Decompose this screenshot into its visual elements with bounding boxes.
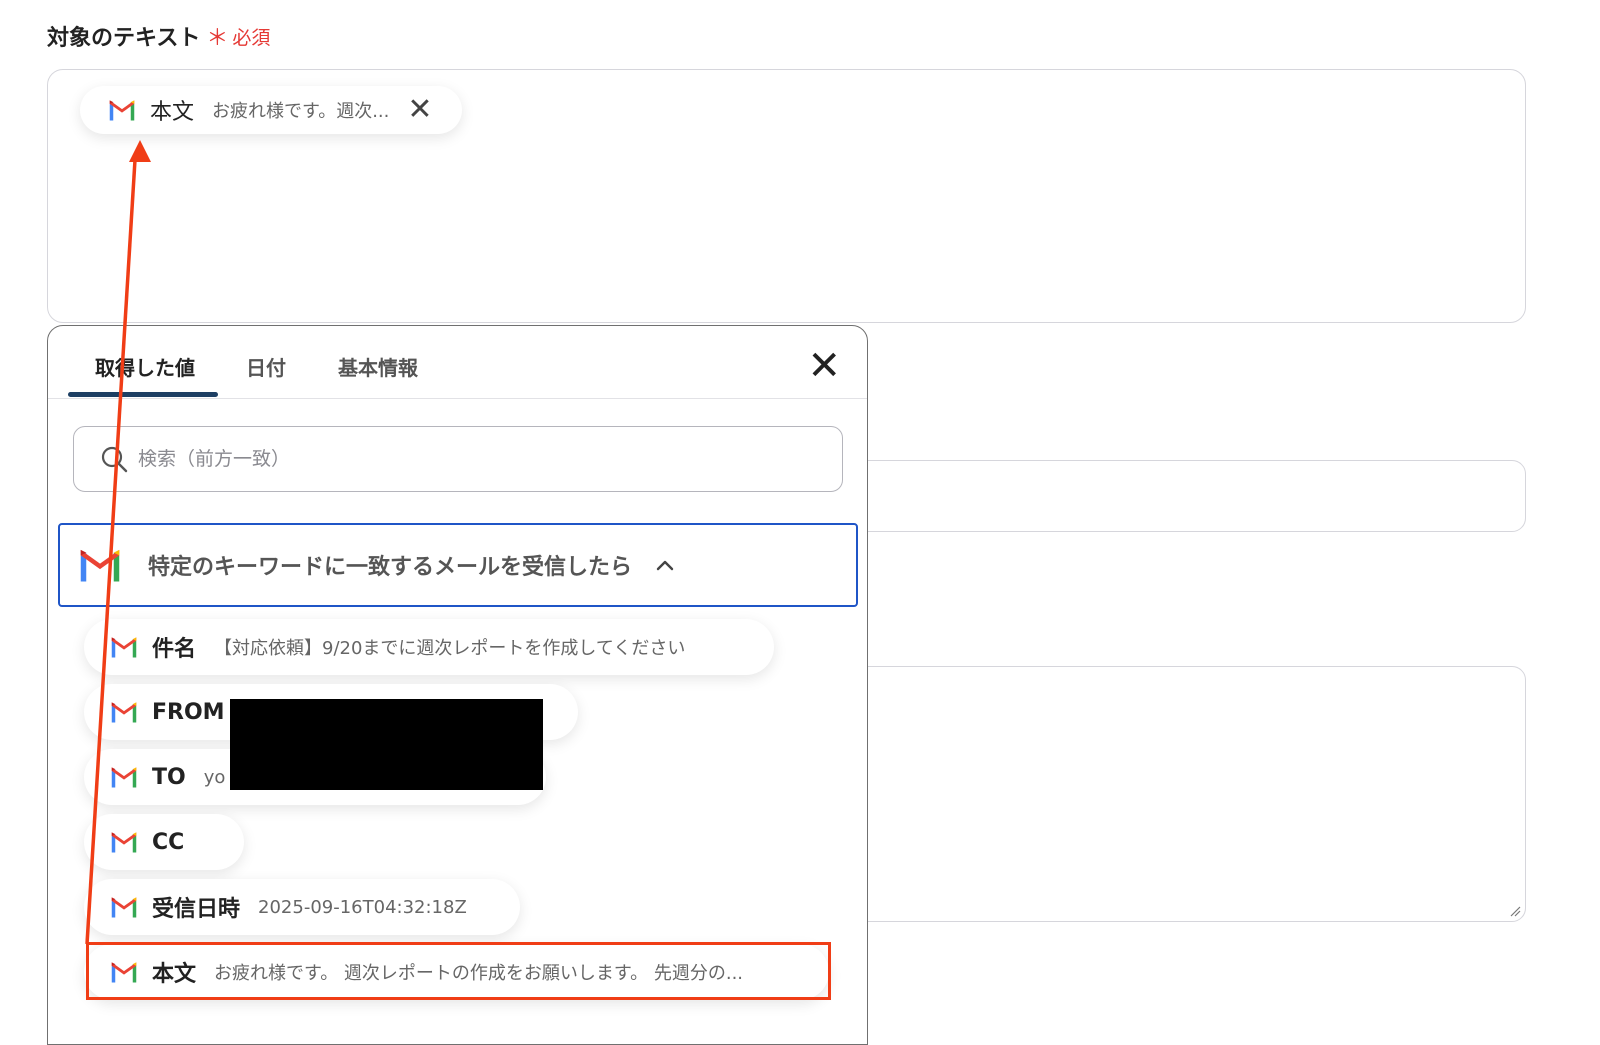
item-value: yo — [203, 766, 226, 788]
search-input[interactable] — [136, 447, 740, 471]
chip-remove-icon[interactable]: ✕ — [407, 95, 432, 125]
tab-acquired-values[interactable]: 取得した値 — [95, 352, 195, 381]
list-item-subject[interactable]: 件名 【対応依頼】9/20までに週次レポートを作成してください — [84, 619, 774, 675]
gmail-logo-icon — [110, 701, 138, 723]
resize-handle-icon[interactable] — [1509, 905, 1521, 917]
item-name: 件名 — [152, 637, 197, 662]
item-value: 2025-09-16T04:32:18Z — [258, 896, 467, 918]
list-item-received-date[interactable]: 受信日時 2025-09-16T04:32:18Z — [84, 879, 520, 935]
item-name: 受信日時 — [152, 897, 241, 922]
background-textarea-field[interactable] — [820, 666, 1526, 922]
gmail-logo-icon — [110, 831, 138, 853]
search-icon — [101, 446, 128, 473]
tab-date[interactable]: 日付 — [246, 352, 286, 381]
list-item-cc[interactable]: CC — [84, 814, 244, 870]
gmail-logo-icon — [110, 636, 138, 658]
search-field[interactable] — [73, 426, 843, 492]
item-name: TO — [152, 764, 186, 790]
tab-basic-info[interactable]: 基本情報 — [338, 352, 418, 381]
trigger-group-header[interactable]: 特定のキーワードに一致するメールを受信したら — [58, 523, 858, 607]
gmail-logo-icon — [108, 99, 136, 121]
chip-name: 本文 — [150, 100, 195, 125]
required-text: 必須 — [232, 26, 271, 49]
active-tab-indicator — [68, 392, 218, 397]
field-label: 対象のテキスト ＊ 必須 — [47, 20, 270, 52]
required-mark: ＊ — [206, 26, 229, 51]
field-label-text: 対象のテキスト — [47, 26, 201, 51]
item-name: CC — [152, 829, 185, 855]
group-title: 特定のキーワードに一致するメールを受信したら — [148, 555, 633, 580]
chevron-up-icon[interactable] — [656, 559, 674, 571]
highlight-box — [86, 942, 831, 1000]
gmail-logo-icon — [110, 766, 138, 788]
redaction-box — [230, 699, 543, 790]
chip-value: お疲れ様です。週次... — [212, 101, 390, 122]
gmail-logo-icon — [78, 548, 122, 582]
item-value: 【対応依頼】9/20までに週次レポートを作成してください — [214, 638, 686, 659]
item-name: FROM — [152, 699, 225, 725]
background-input-field[interactable] — [820, 460, 1526, 532]
selected-value-chip[interactable]: 本文 お疲れ様です。週次... ✕ — [80, 86, 462, 134]
close-icon[interactable]: ✕ — [807, 346, 841, 386]
panel-tabs: 取得した値 日付 基本情報 ✕ — [48, 326, 867, 399]
gmail-logo-icon — [110, 896, 138, 918]
